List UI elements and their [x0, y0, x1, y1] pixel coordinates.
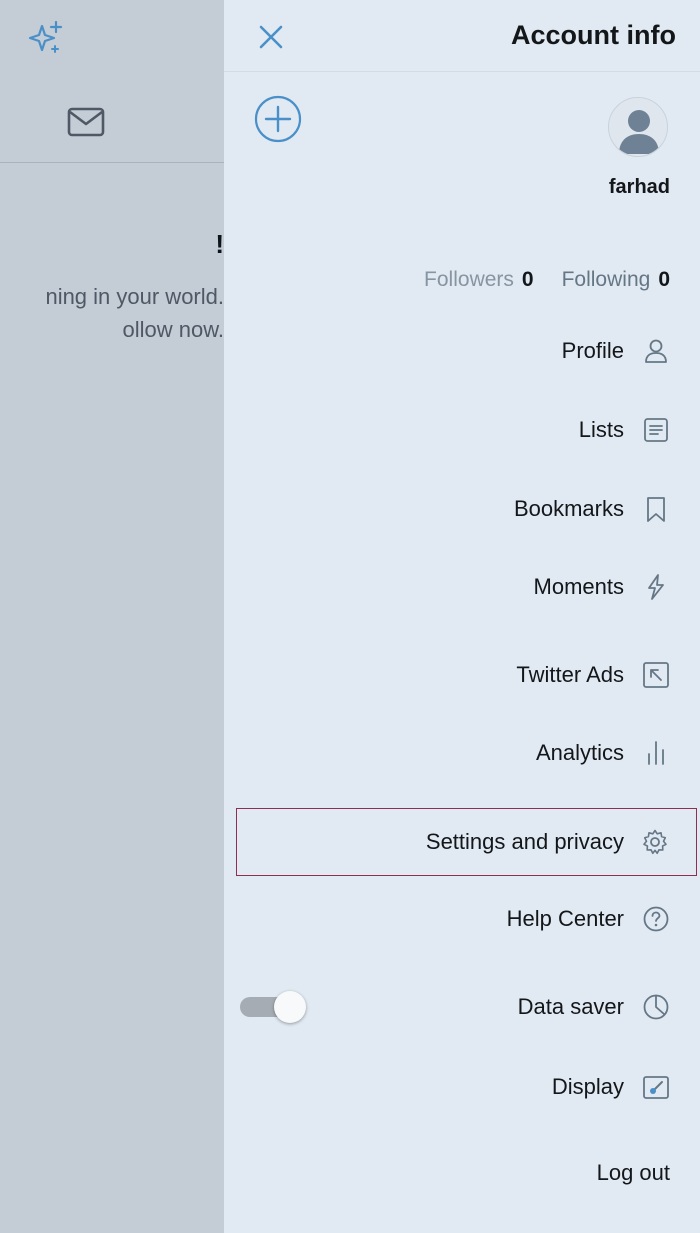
- menu-item-help-center[interactable]: Help Center: [224, 889, 700, 949]
- list-icon: [642, 416, 670, 444]
- menu-item-twitter-ads[interactable]: Twitter Ads: [224, 645, 700, 705]
- gear-icon: [641, 828, 669, 856]
- menu-label-display: Display: [551, 1074, 624, 1099]
- user-avatar-icon: [619, 110, 659, 154]
- menu-label-profile: Profile: [561, 338, 624, 363]
- followers-label: Followers: [424, 268, 514, 291]
- drawer-title: Account info: [511, 20, 676, 50]
- background-text-line: ollow now.: [122, 317, 224, 342]
- following-stat[interactable]: 0 Following: [562, 268, 670, 292]
- account-drawer: Account info farhad 0 Following 0 Follow…: [224, 0, 700, 1233]
- menu-item-display[interactable]: Display: [224, 1057, 700, 1117]
- background-top-bar: [0, 0, 224, 163]
- bookmark-icon: [642, 495, 670, 523]
- toggle-knob: [274, 991, 306, 1023]
- menu-label-data-saver: Data saver: [517, 994, 624, 1019]
- menu-item-settings[interactable]: Settings and privacy: [236, 808, 697, 876]
- external-arrow-icon: [642, 661, 670, 689]
- background-screen: ! ning in your world. ollow now.: [0, 0, 224, 1233]
- drawer-header: Account info: [224, 0, 700, 72]
- menu-label-lists: Lists: [578, 417, 624, 442]
- menu-label-analytics: Analytics: [535, 740, 624, 765]
- menu-label-bookmarks: Bookmarks: [513, 496, 624, 521]
- menu-item-analytics[interactable]: Analytics: [224, 723, 700, 783]
- sparkle-icon[interactable]: [28, 20, 64, 56]
- data-saver-toggle[interactable]: [240, 989, 308, 1025]
- followers-stat[interactable]: 0 Followers: [424, 268, 534, 292]
- menu-label-settings: Settings and privacy: [425, 829, 624, 854]
- avatar[interactable]: [608, 97, 668, 157]
- bar-chart-icon: [642, 739, 670, 767]
- menu-item-log-out[interactable]: Log out: [224, 1143, 700, 1203]
- paintbrush-icon: [642, 1073, 670, 1101]
- menu-label-help-center: Help Center: [506, 906, 624, 931]
- add-account-button[interactable]: [254, 95, 302, 143]
- background-heading: !: [215, 229, 224, 259]
- plus-circle-icon: [254, 95, 302, 143]
- help-icon: [642, 905, 670, 933]
- following-label: Following: [561, 268, 651, 291]
- menu-label-log-out: Log out: [596, 1160, 670, 1185]
- mail-icon[interactable]: [66, 102, 106, 142]
- menu-item-data-saver[interactable]: Data saver: [224, 977, 700, 1037]
- background-text-line: ning in your world.: [45, 284, 224, 309]
- follow-stats: 0 Following 0 Followers: [424, 268, 670, 292]
- menu-label-twitter-ads: Twitter Ads: [516, 662, 624, 687]
- menu-item-bookmarks[interactable]: Bookmarks: [224, 479, 700, 539]
- close-icon[interactable]: [254, 20, 288, 54]
- menu-item-moments[interactable]: Moments: [224, 557, 700, 617]
- lightning-icon: [642, 573, 670, 601]
- followers-count: 0: [521, 268, 534, 291]
- menu-item-lists[interactable]: Lists: [224, 400, 700, 460]
- username[interactable]: farhad: [609, 176, 670, 199]
- menu-label-moments: Moments: [533, 574, 624, 599]
- person-icon: [642, 337, 670, 365]
- pie-gauge-icon: [642, 993, 670, 1021]
- following-count: 0: [658, 268, 670, 291]
- menu-item-profile[interactable]: Profile: [224, 321, 700, 381]
